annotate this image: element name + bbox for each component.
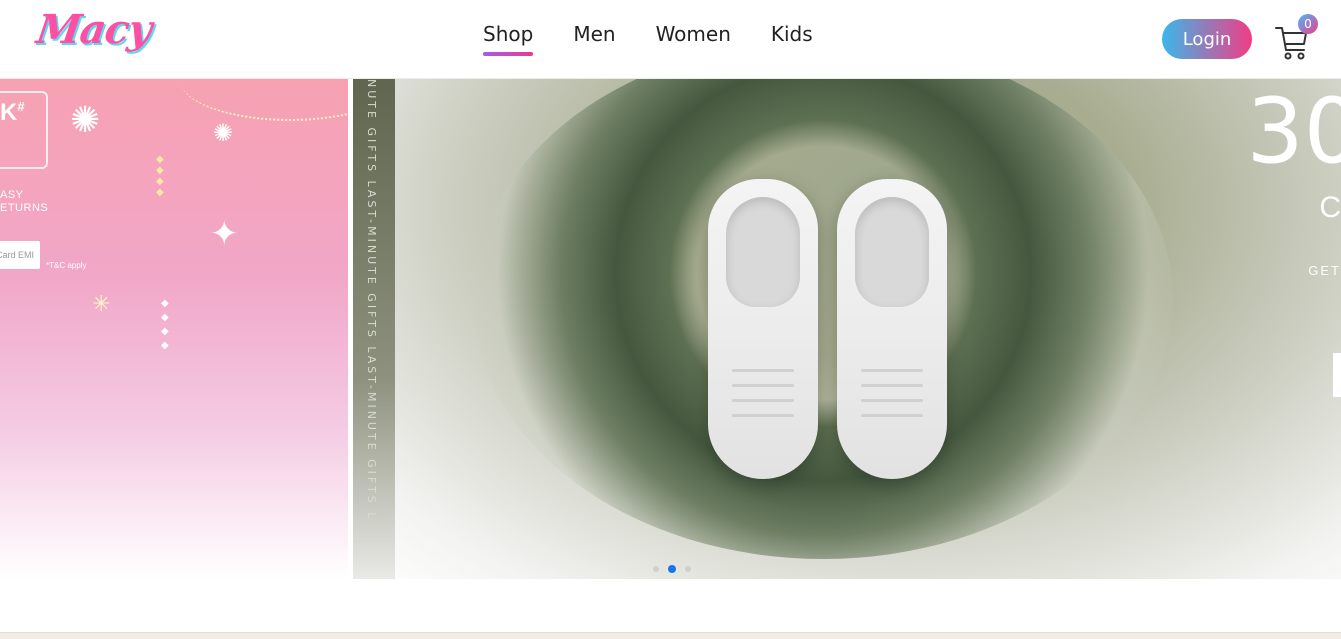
sparkle-icon: ◆ ◆ ◆ ◆ <box>156 154 164 198</box>
sneaker-right-image <box>837 179 947 479</box>
offer-badge-text: K# <box>0 99 25 126</box>
string-lights-decoration <box>180 79 348 121</box>
macy-logo[interactable]: Macy <box>34 6 154 53</box>
vertical-banner-strip: NUTE GIFTS LAST-MINUTE GIFTS LAST-MINUTE… <box>353 79 395 579</box>
main-nav: Shop Men Women Kids <box>483 22 853 56</box>
sparkle-icon: ◆ ◆ ◆ ◆ <box>161 298 169 351</box>
nav-women[interactable]: Women <box>656 22 731 52</box>
pine-wreath-image <box>473 79 1173 559</box>
sneaker-left-image <box>708 179 818 479</box>
carousel-dot-2[interactable] <box>668 565 676 573</box>
discount-number: 30 <box>1246 79 1341 184</box>
promo-button-edge[interactable] <box>1333 353 1341 397</box>
carousel-dots <box>653 565 691 573</box>
site-header: Macy Shop Men Women Kids Login 0 <box>0 0 1341 79</box>
nav-shop[interactable]: Shop <box>483 22 534 56</box>
terms-text: *T&C apply <box>46 261 87 270</box>
sparkle-icon: ✦ <box>210 215 239 253</box>
promo-get-text: GET <box>1308 263 1341 278</box>
promo-subheading: C <box>1319 191 1341 224</box>
hero-carousel[interactable]: K# ASY ETURNS Card EMI *T&C apply ✺ ✺ ✦ … <box>0 79 1341 579</box>
sparkle-icon: ✺ <box>70 99 101 140</box>
sparkle-icon: ✺ <box>213 120 234 147</box>
nav-men[interactable]: Men <box>573 22 615 52</box>
cart-count-badge: 0 <box>1298 14 1318 34</box>
login-button[interactable]: Login <box>1162 19 1252 59</box>
nav-kids[interactable]: Kids <box>771 22 813 52</box>
carousel-dot-1[interactable] <box>653 566 659 572</box>
slide-previous[interactable]: K# ASY ETURNS Card EMI *T&C apply ✺ ✺ ✦ … <box>0 79 348 579</box>
sparkle-icon: ✳ <box>92 291 111 316</box>
easy-returns-text: ASY ETURNS <box>0 189 49 214</box>
carousel-dot-3[interactable] <box>685 566 691 572</box>
card-emi-label: Card EMI <box>0 241 40 269</box>
cart-button[interactable]: 0 <box>1274 14 1318 62</box>
slide-current[interactable]: NUTE GIFTS LAST-MINUTE GIFTS LAST-MINUTE… <box>353 79 1341 579</box>
vertical-gifts-text: NUTE GIFTS LAST-MINUTE GIFTS LAST-MINUTE… <box>365 79 378 522</box>
